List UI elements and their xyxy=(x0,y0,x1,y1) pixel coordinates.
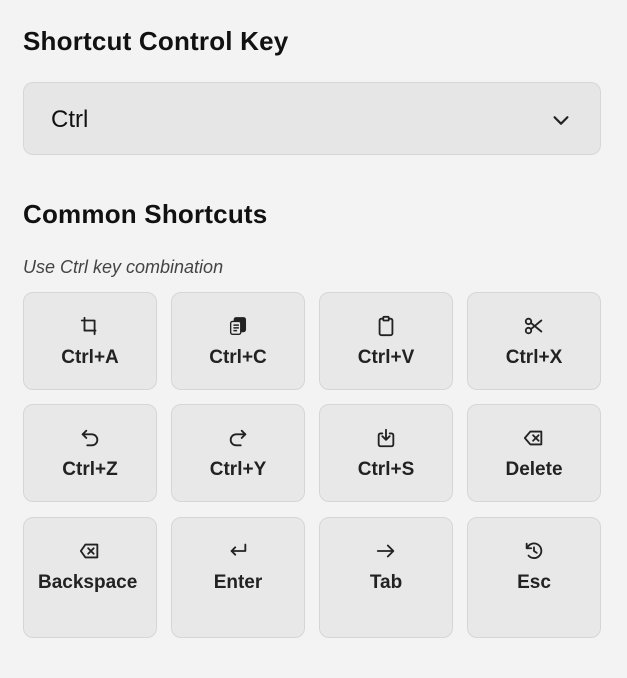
shortcut-key-delete[interactable]: Delete xyxy=(467,404,601,502)
shortcut-key-ctrl-c[interactable]: Ctrl+C xyxy=(171,292,305,390)
shortcut-key-label: Ctrl+V xyxy=(357,347,415,368)
shortcut-control-key-title: Shortcut Control Key xyxy=(23,26,289,56)
shortcut-key-label: Tab xyxy=(369,572,403,593)
save-icon xyxy=(375,427,397,449)
tab-arrow-icon xyxy=(375,540,397,562)
shortcut-key-esc[interactable]: Esc xyxy=(467,517,601,638)
shortcut-key-label: Ctrl+C xyxy=(209,347,267,368)
shortcut-key-label: Ctrl+S xyxy=(357,459,415,480)
shortcut-key-label: Ctrl+Z xyxy=(62,459,118,480)
shortcut-key-ctrl-y[interactable]: Ctrl+Y xyxy=(171,404,305,502)
control-key-select[interactable]: Ctrl xyxy=(23,82,601,155)
shortcut-key-label: Esc xyxy=(517,572,551,593)
redo-icon xyxy=(227,427,249,449)
shortcut-key-backspace[interactable]: Backspace xyxy=(23,517,157,638)
paste-icon xyxy=(375,315,397,337)
shortcut-key-ctrl-s[interactable]: Ctrl+S xyxy=(319,404,453,502)
shortcut-key-ctrl-x[interactable]: Ctrl+X xyxy=(467,292,601,390)
shortcut-key-label: Delete xyxy=(505,459,563,480)
shortcut-key-label: Enter xyxy=(213,572,263,593)
shortcut-key-enter[interactable]: Enter xyxy=(171,517,305,638)
escape-icon xyxy=(523,540,545,562)
copy-icon xyxy=(227,315,249,337)
delete-icon xyxy=(523,427,545,449)
shortcuts-hint: Use Ctrl key combination xyxy=(23,257,224,277)
shortcut-key-ctrl-z[interactable]: Ctrl+Z xyxy=(23,404,157,502)
shortcut-key-tab[interactable]: Tab xyxy=(319,517,453,638)
select-all-icon xyxy=(79,315,101,337)
shortcut-key-ctrl-v[interactable]: Ctrl+V xyxy=(319,292,453,390)
shortcut-key-label: Ctrl+Y xyxy=(209,459,267,480)
control-key-selected-value: Ctrl xyxy=(51,106,89,133)
backspace-icon xyxy=(79,540,101,562)
shortcut-key-ctrl-a[interactable]: Ctrl+A xyxy=(23,292,157,390)
cut-icon xyxy=(523,315,545,337)
enter-icon xyxy=(227,540,249,562)
shortcut-key-label: Backspace xyxy=(38,572,138,593)
chevron-down-icon xyxy=(550,109,572,131)
common-shortcuts-title: Common Shortcuts xyxy=(23,199,268,229)
shortcut-key-label: Ctrl+A xyxy=(61,347,119,368)
undo-icon xyxy=(79,427,101,449)
shortcut-key-label: Ctrl+X xyxy=(505,347,563,368)
